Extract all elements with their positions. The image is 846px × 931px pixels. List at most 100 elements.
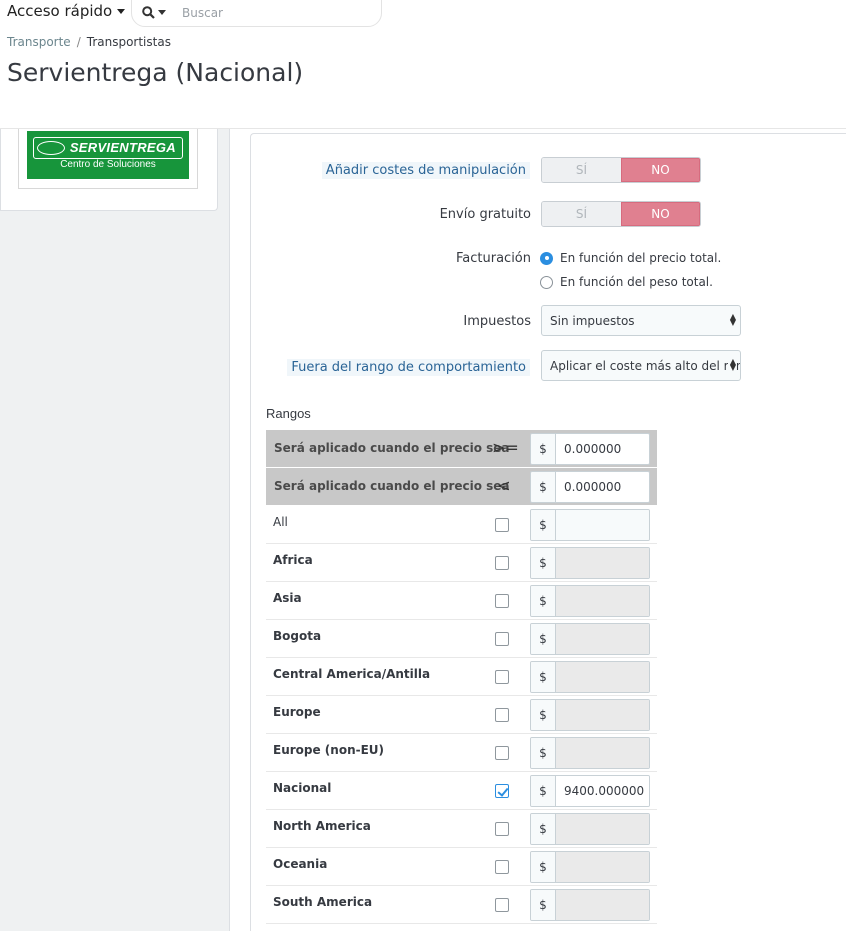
quick-access-menu[interactable]: Acceso rápido [7,2,126,20]
free-shipping-yes-option[interactable]: SÍ [542,202,621,226]
zone-checkbox[interactable] [495,594,509,608]
zone-checkbox[interactable] [495,708,509,722]
search-input[interactable]: Buscar [182,6,223,20]
zone-checkbox[interactable] [495,556,509,570]
quick-access-label[interactable]: Acceso rápido [7,2,112,20]
zone-price-input[interactable]: $ [530,623,650,655]
zone-price-value[interactable]: 9400.000000 [556,776,649,806]
zone-price-value[interactable] [556,890,649,920]
zone-name: North America [273,819,371,833]
billing-label: Facturación [456,251,531,266]
chevron-down-icon[interactable] [117,8,126,14]
zone-checkbox[interactable] [495,898,509,912]
zone-checkbox[interactable] [495,746,509,760]
zone-price-value[interactable] [556,624,649,654]
zone-price-value[interactable] [556,700,649,730]
free-shipping-switch[interactable]: SÍ NO [541,201,701,227]
zone-name: Nacional [273,781,332,795]
currency-addon: $ [531,510,556,540]
zone-name: Oceania [273,857,328,871]
select-arrows-icon[interactable]: ▲ ▼ [727,358,736,372]
currency-addon: $ [531,852,556,882]
currency-addon: $ [531,776,556,806]
tax-label: Impuestos [463,314,531,329]
zone-price-input[interactable]: $ [530,851,650,883]
select-arrows-icon[interactable]: ▲ ▼ [727,313,736,327]
handling-costs-switch[interactable]: SÍ NO [541,157,701,183]
zone-price-value[interactable] [556,586,649,616]
zone-price-input[interactable]: $ [530,585,650,617]
zone-name: Europe (non-EU) [273,743,385,757]
out-of-range-select-value[interactable]: Aplicar el coste más alto del ran [550,359,740,373]
billing-option-weight[interactable]: En función del peso total. [540,275,713,289]
zone-price-input[interactable]: $ [530,661,650,693]
zone-price-input[interactable]: $ [530,547,650,579]
zone-price-input[interactable]: $ [530,509,650,541]
radio-checked-icon[interactable] [540,251,553,265]
zone-name: All [273,515,288,529]
breadcrumb: Transporte / Transportistas [7,35,171,49]
currency-addon: $ [531,586,556,616]
currency-addon: $ [531,434,556,464]
range-from-input[interactable]: $ 0.000000 [530,433,650,465]
zone-price-value[interactable] [556,662,649,692]
zone-price-input[interactable]: $ [530,699,650,731]
zone-checkbox[interactable] [495,670,509,684]
free-shipping-no-option[interactable]: NO [621,202,700,226]
chevron-down-icon[interactable] [158,10,166,15]
tax-select-value[interactable]: Sin impuestos [550,314,635,328]
tax-select[interactable]: Sin impuestos ▲ ▼ [541,305,741,336]
handling-yes-option[interactable]: SÍ [542,158,621,182]
zone-name: Bogota [273,629,322,643]
range-from-value[interactable]: 0.000000 [556,434,649,464]
range-to-label: Será aplicado cuando el precio sea [274,479,510,493]
left-column [0,129,230,931]
currency-addon: $ [531,738,556,768]
breadcrumb-separator: / [76,35,81,49]
range-to-input[interactable]: $ 0.000000 [530,471,650,503]
handling-costs-label[interactable]: Añadir costes de manipulación [321,162,530,179]
zone-price-input[interactable]: $ [530,813,650,845]
zone-checkbox[interactable] [495,518,509,532]
zone-checkbox[interactable] [495,860,509,874]
zone-price-input[interactable]: $9400.000000 [530,775,650,807]
search-box[interactable]: Buscar [131,0,382,27]
ranges-title: Rangos [266,406,311,421]
zone-price-value[interactable] [556,852,649,882]
zone-checkbox[interactable] [495,632,509,646]
logo-tagline: Centro de Soluciones [60,159,156,170]
zone-price-value[interactable] [556,814,649,844]
zone-price-input[interactable]: $ [530,889,650,921]
radio-unchecked-icon[interactable] [540,275,553,289]
out-of-range-label[interactable]: Fuera del rango de comportamiento [287,359,530,376]
zone-checkbox[interactable] [495,822,509,836]
zone-name: Europe [273,705,321,719]
currency-addon: $ [531,814,556,844]
zone-name: Asia [273,591,302,605]
range-to-operator: < [497,476,511,495]
currency-addon: $ [531,700,556,730]
range-to-value[interactable]: 0.000000 [556,472,649,502]
range-from-label: Será aplicado cuando el precio sea [274,441,510,455]
free-shipping-label: Envío gratuito [439,207,531,222]
billing-option-label[interactable]: En función del peso total. [560,275,713,289]
currency-addon: $ [531,890,556,920]
zone-name: Central America/Antilla [273,667,431,681]
zone-price-input[interactable]: $ [530,737,650,769]
breadcrumb-current: Transportistas [86,35,171,49]
zone-price-value[interactable] [556,738,649,768]
search-icon[interactable] [142,6,166,19]
out-of-range-select[interactable]: Aplicar el coste más alto del ran ▲ ▼ [541,350,741,381]
zone-price-value[interactable] [556,510,649,540]
page-title: Servientrega (Nacional) [7,58,304,87]
handling-no-option[interactable]: NO [621,158,700,182]
currency-addon: $ [531,624,556,654]
zone-name: Africa [273,553,313,567]
zone-price-value[interactable] [556,548,649,578]
currency-addon: $ [531,472,556,502]
breadcrumb-parent[interactable]: Transporte [7,35,71,49]
zone-checkbox-checked[interactable] [495,784,509,798]
currency-addon: $ [531,548,556,578]
billing-option-price[interactable]: En función del precio total. [540,251,721,265]
billing-option-label[interactable]: En función del precio total. [560,251,721,265]
